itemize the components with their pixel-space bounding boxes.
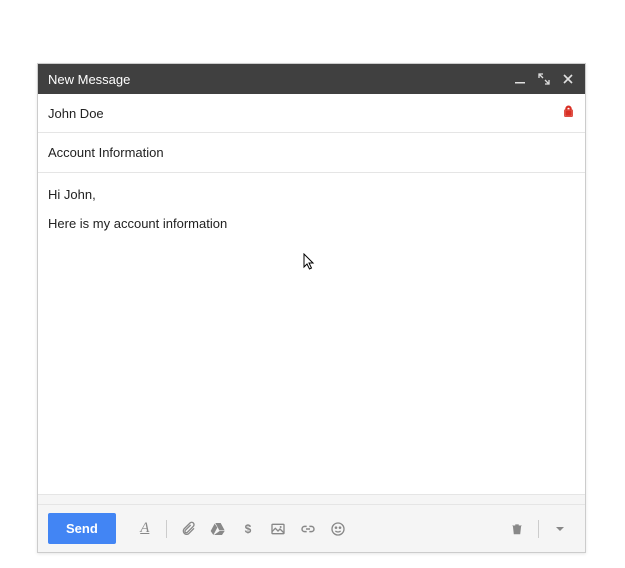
confidential-lock-icon[interactable] (562, 105, 575, 121)
separator (166, 520, 167, 538)
svg-text:$: $ (244, 522, 251, 536)
close-icon[interactable] (561, 72, 575, 86)
emoji-icon[interactable] (325, 516, 351, 542)
drive-icon[interactable] (205, 516, 231, 542)
attach-icon[interactable] (175, 516, 201, 542)
compose-window: New Message John Doe Hi John, Here is my… (37, 63, 586, 553)
window-title: New Message (48, 72, 513, 87)
money-icon[interactable]: $ (235, 516, 261, 542)
mouse-cursor-icon (303, 253, 317, 274)
to-field[interactable]: John Doe (38, 94, 585, 133)
minimize-icon[interactable] (513, 72, 527, 86)
formatting-icon[interactable]: A (132, 516, 158, 542)
toolbar-divider (38, 494, 585, 504)
compose-header: New Message (38, 64, 585, 94)
photo-icon[interactable] (265, 516, 291, 542)
separator (538, 520, 539, 538)
subject-field[interactable] (38, 133, 585, 173)
trash-icon[interactable] (504, 516, 530, 542)
more-options-icon[interactable] (547, 516, 573, 542)
link-icon[interactable] (295, 516, 321, 542)
send-button[interactable]: Send (48, 513, 116, 544)
subject-input[interactable] (48, 145, 575, 160)
recipient-name: John Doe (48, 106, 562, 121)
body-line: Hi John, (48, 187, 575, 202)
window-controls (513, 72, 575, 86)
message-body[interactable]: Hi John, Here is my account information (38, 173, 585, 494)
expand-icon[interactable] (537, 72, 551, 86)
body-line: Here is my account information (48, 216, 575, 231)
compose-toolbar: Send A $ (38, 504, 585, 552)
